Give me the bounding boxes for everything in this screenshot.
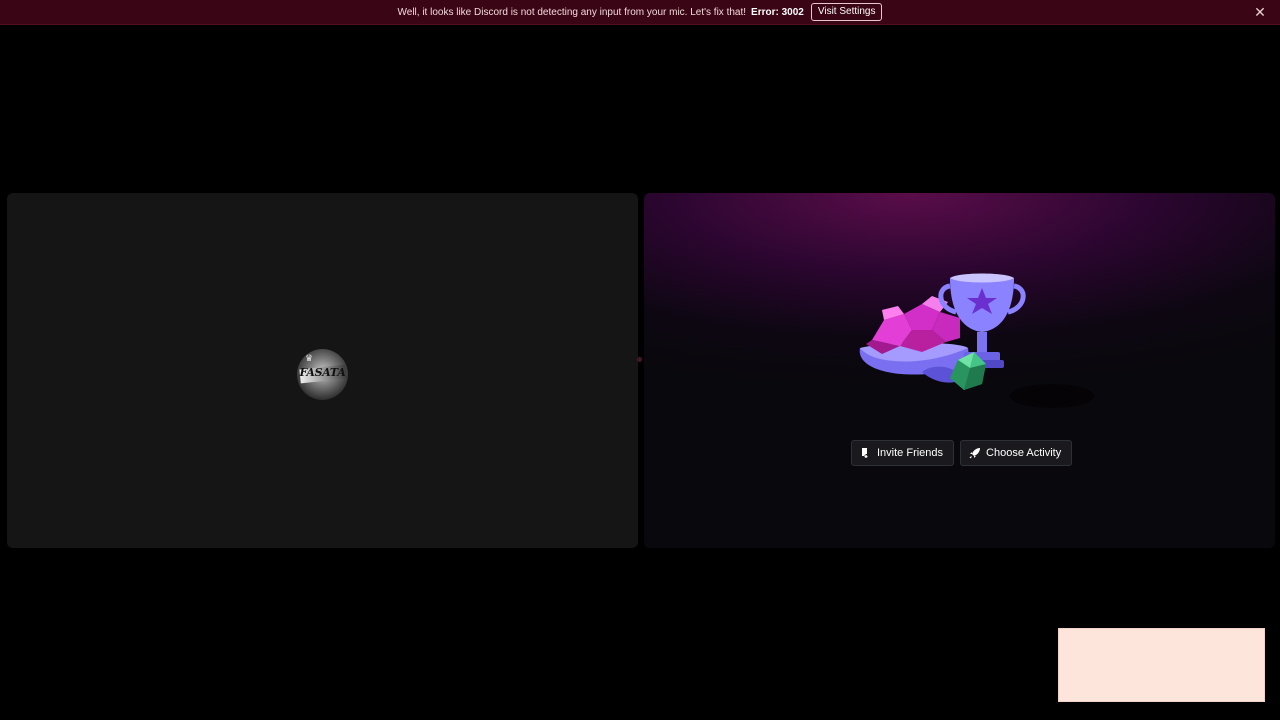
crown-icon: ♛ [305, 353, 314, 363]
visit-settings-button[interactable]: Visit Settings [810, 3, 883, 21]
invite-friends-button[interactable]: Invite Friends [851, 440, 955, 466]
invite-friends-label: Invite Friends [877, 447, 944, 459]
mic-error-notice-bar: Well, it looks like Discord is not detec… [0, 0, 1280, 25]
activity-tile: Invite Friends Choose Activity [644, 193, 1275, 548]
rocket-icon [969, 447, 981, 459]
participant-tile[interactable]: ♛ FASATA [7, 193, 638, 548]
choose-activity-button[interactable]: Choose Activity [960, 440, 1073, 466]
activity-hero-illustration [859, 273, 1094, 408]
avatar-logo-text: FASATA [299, 366, 346, 379]
choose-activity-label: Choose Activity [986, 447, 1062, 459]
close-icon[interactable]: ✕ [1252, 4, 1268, 20]
activity-buttons: Invite Friends Choose Activity [851, 440, 1073, 466]
add-friend-icon [860, 447, 872, 459]
error-code: Error: 3002 [751, 6, 804, 18]
avatar: ♛ FASATA [297, 349, 348, 400]
pip-overlay[interactable] [1058, 628, 1265, 702]
notice-message: Well, it looks like Discord is not detec… [397, 6, 747, 18]
tile-divider-dot [637, 357, 642, 362]
